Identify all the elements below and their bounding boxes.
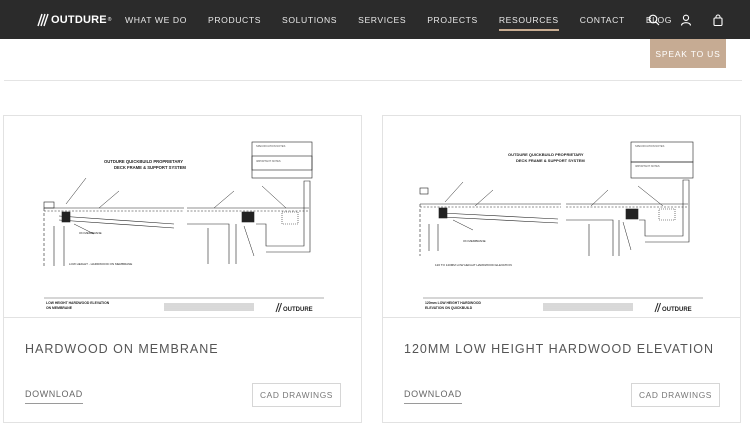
svg-text:IMPORTANT NOTES: IMPORTANT NOTES (635, 164, 660, 168)
drawing-footer-title: 120mm LOW HEIGHT HARDWOOD (425, 301, 482, 305)
nav-item-what-we-do[interactable]: WHAT WE DO (125, 15, 187, 25)
brand-name: OUTDURE (51, 14, 107, 26)
card-title: HARDWOOD ON MEMBRANE (25, 342, 219, 356)
drawing-system-title: OUTDURE QUICKBUILD PROPRIETARY (104, 159, 183, 164)
brand-logo[interactable]: OUTDURE ® (35, 13, 111, 27)
technical-drawing: OUTDURE QUICKBUILD PROPRIETARY DECK FRAM… (419, 141, 703, 313)
resource-card: OUTDURE QUICKBUILD PROPRIETARY DECK FRAM… (382, 115, 741, 423)
drawing-brand-mark: OUTDURE (662, 307, 692, 313)
speak-to-us-button[interactable]: SPEAK TO US (650, 39, 726, 68)
drawing-system-subtitle: DECK FRAME & SUPPORT SYSTEM (114, 165, 186, 170)
logo-slashes-icon (37, 13, 49, 27)
nav-item-contact[interactable]: CONTACT (580, 15, 625, 25)
svg-text:SPECIFICATION NOTES: SPECIFICATION NOTES (635, 144, 665, 148)
user-icon[interactable] (680, 14, 692, 26)
download-link[interactable]: DOWNLOAD (25, 389, 83, 404)
cad-drawing-thumbnail[interactable]: OUTDURE QUICKBUILD PROPRIETARY DECK FRAM… (4, 116, 361, 318)
technical-drawing: OUTDURE QUICKBUILD PROPRIETARY DECK FRAM… (43, 141, 324, 313)
resource-card: OUTDURE QUICKBUILD PROPRIETARY DECK FRAM… (3, 115, 362, 423)
drawing-system-title: OUTDURE QUICKBUILD PROPRIETARY (508, 152, 584, 157)
drawing-membrane-label: ON MEMBRANE (79, 231, 102, 235)
download-link[interactable]: DOWNLOAD (404, 389, 462, 404)
cad-drawings-button[interactable]: CAD DRAWINGS (252, 383, 341, 407)
svg-text:SPECIFICATION NOTES: SPECIFICATION NOTES (256, 144, 286, 148)
drawing-section-label: LOW HEIGHT - HARDWOOD ON MEMBRANE (69, 262, 132, 266)
nav-item-projects[interactable]: PROJECTS (427, 15, 478, 25)
drawing-footer-subtitle: ON MEMBRANE (46, 306, 73, 310)
svg-text:IMPORTANT NOTES: IMPORTANT NOTES (256, 159, 281, 163)
drawing-footer-title: LOW HEIGHT HARDWOOD ELEVATION (46, 301, 110, 305)
nav-item-resources[interactable]: RESOURCES (498, 15, 559, 31)
section-divider (4, 80, 742, 81)
drawing-section-label: 120 TO 140MM LOW HEIGHT HARDWOOD ELEVATI… (435, 263, 512, 267)
drawing-footer-subtitle: ELEVATION ON QUICKBUILD (425, 306, 473, 310)
top-navbar: OUTDURE ® WHAT WE DO PRODUCTS SOLUTIONS S… (0, 0, 750, 39)
search-icon[interactable] (648, 14, 660, 26)
main-menu: WHAT WE DO PRODUCTS SOLUTIONS SERVICES P… (125, 0, 693, 39)
nav-item-solutions[interactable]: SOLUTIONS (282, 15, 337, 25)
nav-item-services[interactable]: SERVICES (358, 15, 406, 25)
nav-item-products[interactable]: PRODUCTS (208, 15, 261, 25)
drawing-membrane-label: ON MEMBRANE (463, 239, 486, 243)
cad-drawings-button[interactable]: CAD DRAWINGS (631, 383, 720, 407)
cad-drawing-thumbnail[interactable]: OUTDURE QUICKBUILD PROPRIETARY DECK FRAM… (383, 116, 740, 318)
drawing-system-subtitle: DECK FRAME & SUPPORT SYSTEM (516, 158, 585, 163)
drawing-brand-mark: OUTDURE (283, 307, 313, 313)
bag-icon[interactable] (712, 14, 724, 26)
card-title: 120MM LOW HEIGHT HARDWOOD ELEVATION (404, 342, 715, 356)
